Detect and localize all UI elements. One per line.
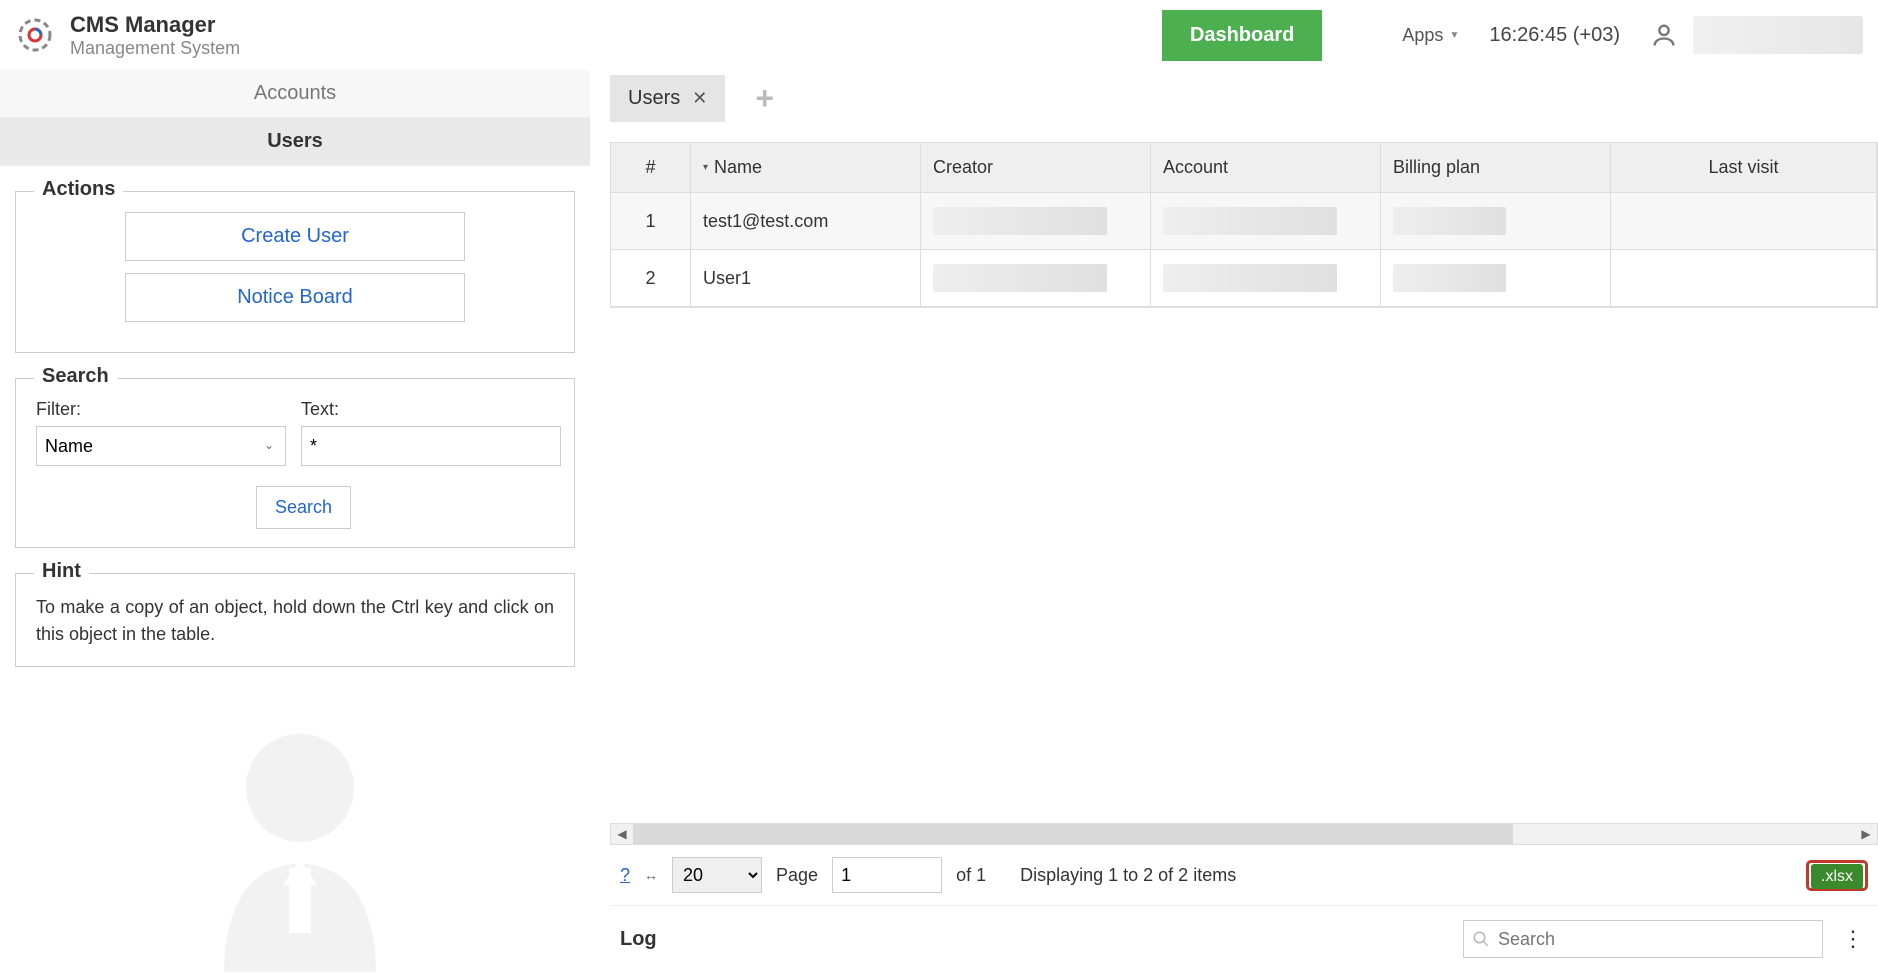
log-search[interactable] — [1463, 920, 1823, 958]
log-menu-button[interactable]: ⋮ — [1838, 926, 1868, 952]
cell-billing — [1381, 193, 1611, 250]
caret-down-icon: ▼ — [1449, 30, 1459, 41]
add-tab-button[interactable]: + — [755, 80, 774, 117]
close-icon[interactable]: ✕ — [692, 88, 707, 109]
user-name-placeholder[interactable] — [1693, 16, 1863, 54]
dashboard-button[interactable]: Dashboard — [1162, 10, 1322, 61]
filter-label: Filter: — [36, 399, 286, 420]
col-creator[interactable]: Creator — [921, 143, 1151, 193]
horizontal-scrollbar[interactable]: ◀ ▶ — [610, 823, 1878, 845]
col-account[interactable]: Account — [1151, 143, 1381, 193]
cell-creator — [921, 193, 1151, 250]
background-avatar-icon — [190, 712, 410, 972]
scroll-thumb[interactable] — [633, 824, 1513, 844]
col-index[interactable]: # — [611, 143, 691, 193]
hint-text: To make a copy of an object, hold down t… — [36, 594, 554, 648]
search-panel-title: Search — [34, 365, 117, 388]
user-icon[interactable] — [1650, 21, 1678, 49]
sidebar-nav-users[interactable]: Users — [0, 118, 590, 166]
col-name[interactable]: ▾Name — [691, 143, 921, 193]
sort-caret-icon: ▾ — [703, 162, 708, 173]
tabstrip: Users ✕ + — [610, 70, 1878, 122]
search-panel: Search Filter: Name ⌄ Text: Search — [15, 378, 575, 548]
apps-dropdown-label: Apps — [1402, 25, 1443, 46]
col-billing[interactable]: Billing plan — [1381, 143, 1611, 193]
cell-account — [1151, 250, 1381, 307]
scroll-left-icon[interactable]: ◀ — [611, 827, 633, 841]
app-titles: CMS Manager Management System — [70, 12, 240, 59]
create-user-button[interactable]: Create User — [125, 212, 465, 261]
users-table: # ▾Name Creator Account Billing plan Las… — [610, 142, 1878, 308]
table-row[interactable]: 1 test1@test.com — [611, 193, 1877, 250]
actions-panel-title: Actions — [34, 178, 123, 201]
filter-select[interactable]: Name — [36, 426, 286, 466]
pager-help-link[interactable]: ? — [620, 865, 630, 886]
sidebar-nav-accounts[interactable]: Accounts — [0, 70, 590, 118]
cell-name: test1@test.com — [691, 193, 921, 250]
search-button[interactable]: Search — [256, 486, 351, 529]
scroll-track[interactable] — [633, 824, 1855, 844]
header: CMS Manager Management System Dashboard … — [0, 0, 1878, 70]
tab-label: Users — [628, 87, 680, 110]
app-title: CMS Manager — [70, 12, 240, 38]
table-row[interactable]: 2 User1 — [611, 250, 1877, 307]
cell-account — [1151, 193, 1381, 250]
pager: ? ↔ 20 Page of 1 Displaying 1 to 2 of 2 … — [610, 845, 1878, 906]
log-bar: Log ⋮ — [610, 906, 1878, 972]
export-xlsx-highlight: .xlsx — [1806, 860, 1868, 891]
scroll-right-icon[interactable]: ▶ — [1855, 827, 1877, 841]
log-search-input[interactable] — [1498, 929, 1814, 950]
clock: 16:26:45 (+03) — [1489, 24, 1620, 47]
export-xlsx-button[interactable]: .xlsx — [1811, 864, 1863, 889]
table-header: # ▾Name Creator Account Billing plan Las… — [611, 143, 1877, 193]
page-input[interactable] — [832, 857, 942, 893]
log-label: Log — [620, 928, 657, 951]
search-text-input[interactable] — [301, 426, 561, 466]
pager-resize-icon[interactable]: ↔ — [644, 867, 658, 883]
cell-billing — [1381, 250, 1611, 307]
search-icon — [1472, 930, 1490, 948]
displaying-text: Displaying 1 to 2 of 2 items — [1020, 865, 1236, 886]
col-last-visit[interactable]: Last visit — [1611, 143, 1877, 193]
cell-index: 2 — [611, 250, 691, 307]
app-subtitle: Management System — [70, 38, 240, 59]
cell-last-visit — [1611, 250, 1877, 307]
app-logo-icon — [15, 15, 55, 55]
actions-panel: Actions Create User Notice Board — [15, 191, 575, 353]
page-label: Page — [776, 865, 818, 886]
content: Users ✕ + # ▾Name Creator Account Billin… — [600, 70, 1878, 972]
text-label: Text: — [301, 399, 561, 420]
hint-panel: Hint To make a copy of an object, hold d… — [15, 573, 575, 667]
cell-index: 1 — [611, 193, 691, 250]
cell-creator — [921, 250, 1151, 307]
page-of: of 1 — [956, 865, 986, 886]
page-size-select[interactable]: 20 — [672, 857, 762, 893]
sidebar: Accounts Users Actions Create User Notic… — [0, 70, 600, 972]
apps-dropdown[interactable]: Apps ▼ — [1402, 25, 1459, 46]
cell-last-visit — [1611, 193, 1877, 250]
tab-users[interactable]: Users ✕ — [610, 75, 725, 122]
hint-panel-title: Hint — [34, 560, 89, 583]
cell-name: User1 — [691, 250, 921, 307]
notice-board-button[interactable]: Notice Board — [125, 273, 465, 322]
